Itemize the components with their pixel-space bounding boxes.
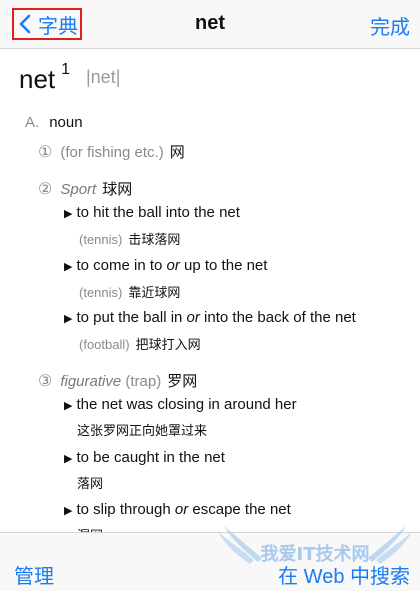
example-translation: (football) 把球打入网 (79, 334, 201, 353)
example-cn: 击球落网 (128, 232, 181, 247)
example-or: or (186, 309, 200, 326)
sense-3: ③ figurative (trap) 罗网 (38, 370, 197, 391)
example-cn: 把球打入网 (135, 337, 201, 352)
example-translation: (tennis) 靠近球网 (79, 282, 180, 301)
navigation-bar: 字典 net 完成 (0, 0, 420, 49)
example: ▶ to be caught in the net (64, 449, 225, 466)
example-text: escape the net (188, 501, 291, 518)
example-text: up to the net (179, 257, 268, 274)
homograph-number: 1 (61, 61, 71, 78)
dictionary-entry: net 1 |net| A. noun ① (for fishing etc.) 网 ②… (0, 49, 420, 532)
bullet-icon: ▶ (64, 400, 73, 412)
example-text: the net was closing in around her (76, 396, 297, 413)
part-of-speech: A. noun (25, 114, 83, 131)
sense-number: ① (38, 144, 53, 161)
pos-letter: A. (25, 114, 40, 131)
example: ▶ the net was closing in around her (64, 396, 297, 413)
sense-label: (for fishing etc.) (60, 144, 164, 161)
example-text: into the back of the net (199, 309, 356, 326)
bullet-icon: ▶ (64, 313, 73, 325)
example-tag: (tennis) (79, 232, 123, 247)
sense-number: ③ (38, 373, 53, 390)
example-tag: (tennis) (79, 285, 123, 300)
example-translation: 落网 (77, 473, 103, 492)
sense-label-2: (trap) (125, 373, 162, 390)
pronunciation: |net| (86, 67, 121, 87)
example-translation: 这张罗网正向她罩过来 (77, 420, 207, 439)
bullet-icon: ▶ (64, 453, 73, 465)
bottom-toolbar: 管理 在 Web 中搜索 (0, 532, 420, 591)
example-or: or (166, 257, 180, 274)
sense-translation: 罗网 (167, 373, 198, 390)
sense-translation: 球网 (102, 181, 133, 198)
bullet-icon: ▶ (64, 208, 73, 220)
sense-translation: 网 (169, 144, 185, 161)
example-or: or (174, 501, 189, 518)
example-text: to put the ball in (76, 309, 187, 326)
bullet-icon: ▶ (64, 505, 73, 517)
example-tag: (football) (79, 337, 130, 352)
manage-button[interactable]: 管理 (14, 560, 54, 589)
example: ▶ to slip through or escape the net (64, 501, 291, 518)
example: ▶ to come in to or up to the net (64, 257, 267, 274)
done-button[interactable]: 完成 (370, 11, 410, 40)
example-text: to come in to (76, 257, 167, 274)
sense-label: Sport (60, 181, 97, 198)
example-translation: 漏网 (77, 525, 103, 532)
bullet-icon: ▶ (64, 261, 73, 273)
example-text: to hit the ball into the net (76, 204, 240, 221)
sense-2: ② Sport 球网 (38, 178, 132, 199)
example-text: to be caught in the net (76, 449, 225, 466)
pos-label: noun (49, 114, 83, 131)
example-cn: 这张罗网正向她罩过来 (77, 423, 208, 438)
example-cn: 落网 (77, 476, 104, 491)
example-cn: 靠近球网 (128, 285, 181, 300)
sense-label: figurative (60, 373, 122, 390)
example-translation: (tennis) 击球落网 (79, 229, 180, 248)
example: ▶ to hit the ball into the net (64, 204, 240, 221)
example-text: to slip through (76, 501, 175, 518)
sense-number: ② (38, 181, 53, 198)
headword-text: net (19, 64, 56, 94)
sense-1: ① (for fishing etc.) 网 (38, 141, 185, 162)
page-title: net (195, 12, 225, 34)
headword: net 1 (19, 61, 70, 95)
example: ▶ to put the ball in or into the back of … (64, 309, 356, 326)
search-web-button[interactable]: 在 Web 中搜索 (278, 560, 410, 589)
